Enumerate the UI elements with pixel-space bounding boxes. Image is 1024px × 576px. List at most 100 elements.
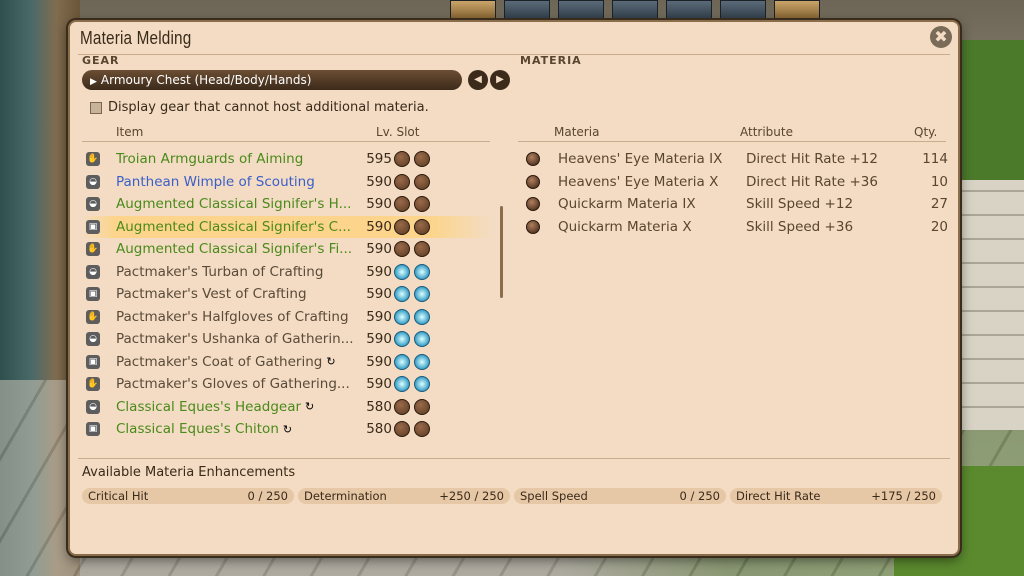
materia-attribute: Direct Hit Rate +36 xyxy=(746,173,878,190)
gear-level: 590 xyxy=(366,196,392,213)
gear-row[interactable]: ✋ Troian Armguards of Aiming 595 xyxy=(82,148,492,171)
materia-quantity: 20 xyxy=(930,218,948,235)
gear-level: 590 xyxy=(366,241,392,258)
gear-name: Classical Eques's Headgear xyxy=(116,398,302,415)
show-unavailable-gear-option[interactable]: Display gear that cannot host additional… xyxy=(90,100,429,115)
materia-row[interactable]: Heavens' Eye Materia X Direct Hit Rate +3… xyxy=(520,171,950,194)
hotbar-slot[interactable] xyxy=(504,0,550,22)
materia-slot-icon xyxy=(394,353,410,370)
previous-category-button[interactable]: ◀ xyxy=(468,70,488,90)
materia-slot-icon xyxy=(394,263,410,280)
enhancement-stat: Direct Hit Rate +175 / 250 xyxy=(730,488,942,504)
materia-slot-icon xyxy=(394,151,410,168)
close-icon[interactable]: ✖ xyxy=(930,26,952,48)
gear-level: 580 xyxy=(366,421,392,438)
gear-list-scrollbar[interactable] xyxy=(500,206,503,298)
materia-slot-icon xyxy=(414,196,430,213)
materia-slot-icon xyxy=(394,218,410,235)
materia-name: Heavens' Eye Materia IX xyxy=(558,151,723,168)
materia-slot-icon xyxy=(414,308,430,325)
gear-row[interactable]: ▣ Pactmaker's Coat of Gathering ↻ 590 xyxy=(82,351,492,374)
glamour-icon: ↻ xyxy=(282,422,293,436)
window-title: Materia Melding xyxy=(80,28,192,48)
materia-name: Quickarm Materia X xyxy=(558,218,692,235)
materia-row[interactable]: Quickarm Materia IX Skill Speed +12 27 xyxy=(520,193,950,216)
stat-value: +250 / 250 xyxy=(439,489,504,503)
materia-icon xyxy=(526,152,540,167)
background-tiles xyxy=(954,180,1024,430)
head-icon: ◒ xyxy=(86,174,100,189)
body-icon: ▣ xyxy=(86,219,100,234)
hotbar-slot[interactable] xyxy=(558,0,604,22)
materia-quantity: 114 xyxy=(922,151,948,168)
gear-level: 590 xyxy=(366,331,392,348)
gear-row[interactable]: ▣ Pactmaker's Vest of Crafting 590 xyxy=(82,283,492,306)
hotbar-slot[interactable] xyxy=(720,0,766,22)
materia-slot-icon xyxy=(394,331,410,348)
column-header-attribute: Attribute xyxy=(740,125,793,139)
materia-slot-icon xyxy=(394,173,410,190)
materia-list: Heavens' Eye Materia IX Direct Hit Rate +… xyxy=(520,148,950,238)
show-unavailable-gear-checkbox[interactable] xyxy=(90,101,102,114)
materia-slot-icon xyxy=(394,286,410,303)
gear-level: 590 xyxy=(366,218,392,235)
hands-icon: ✋ xyxy=(86,309,100,324)
column-header-item: Item xyxy=(116,125,144,139)
materia-icon xyxy=(526,174,540,189)
hands-icon: ✋ xyxy=(86,377,100,392)
hands-icon: ✋ xyxy=(86,242,100,257)
gear-name-wrap: Pactmaker's Coat of Gathering ↻ xyxy=(116,354,366,370)
next-category-button[interactable]: ▶ xyxy=(490,70,510,90)
gear-name: Augmented Classical Signifer's C... xyxy=(116,218,351,235)
gear-row[interactable]: ◒ Panthean Wimple of Scouting 590 xyxy=(82,171,492,194)
head-icon: ◒ xyxy=(86,197,100,212)
stat-value: 0 / 250 xyxy=(679,489,720,503)
materia-row[interactable]: Quickarm Materia X Skill Speed +36 20 xyxy=(520,216,950,239)
gear-row[interactable]: ▣ Augmented Classical Signifer's C... 590 xyxy=(82,215,492,238)
materia-slot-icon xyxy=(414,376,430,393)
hotbar-slot[interactable] xyxy=(666,0,712,22)
gear-level: 590 xyxy=(366,353,392,370)
materia-name: Quickarm Materia IX xyxy=(558,196,696,213)
column-header-materia: Materia xyxy=(554,125,600,139)
materia-section-label: MATERIA xyxy=(520,54,582,67)
hotbar-slot[interactable] xyxy=(774,0,820,22)
materia-icon xyxy=(526,219,540,234)
gear-name: Augmented Classical Signifer's H... xyxy=(116,196,352,213)
materia-melding-window: Materia Melding ✖ GEAR MATERIA ▶ Armoury … xyxy=(68,20,960,556)
glamour-icon: ↻ xyxy=(305,400,315,414)
gear-list: ✋ Troian Armguards of Aiming 595 ◒ Panthean … xyxy=(82,148,492,448)
gear-level: 595 xyxy=(366,151,392,168)
gear-row[interactable]: ✋ Pactmaker's Halfgloves of Crafting 590 xyxy=(82,306,492,329)
materia-header-divider xyxy=(518,141,946,142)
enhancement-stat: Spell Speed 0 / 250 xyxy=(514,488,726,504)
gear-row[interactable]: ◒ Pactmaker's Turban of Crafting 590 xyxy=(82,261,492,284)
enhancements-divider xyxy=(78,458,950,459)
materia-slot-icon xyxy=(394,308,410,325)
gear-name: Pactmaker's Halfgloves of Crafting xyxy=(116,308,349,325)
gear-level: 590 xyxy=(366,263,392,280)
gear-row[interactable]: ▣ Classical Eques's Chiton ↻ 580 xyxy=(82,418,492,441)
gear-level: 580 xyxy=(366,398,392,415)
gear-name: Panthean Wimple of Scouting xyxy=(116,173,315,190)
materia-slot-icon xyxy=(394,398,410,415)
gear-row[interactable]: ✋ Pactmaker's Gloves of Gathering... 590 xyxy=(82,373,492,396)
materia-slot-icon xyxy=(414,173,430,190)
gear-row[interactable]: ◒ Augmented Classical Signifer's H... 590 xyxy=(82,193,492,216)
hotbar-slot[interactable] xyxy=(612,0,658,22)
enhancement-stat: Determination +250 / 250 xyxy=(298,488,510,504)
gear-row[interactable]: ◒ Classical Eques's Headgear ↻ 580 xyxy=(82,396,492,419)
gear-row[interactable]: ✋ Augmented Classical Signifer's Fi... 590 xyxy=(82,238,492,261)
gear-category-dropdown[interactable]: ▶ Armoury Chest (Head/Body/Hands) xyxy=(82,70,462,90)
gear-name: Augmented Classical Signifer's Fi... xyxy=(116,241,353,258)
materia-slot-icon xyxy=(414,151,430,168)
hotbar xyxy=(450,0,824,22)
gear-row[interactable]: ◒ Pactmaker's Ushanka of Gatherin... 590 xyxy=(82,328,492,351)
stat-value: 0 / 250 xyxy=(247,489,288,503)
materia-row[interactable]: Heavens' Eye Materia IX Direct Hit Rate +… xyxy=(520,148,950,171)
materia-attribute: Direct Hit Rate +12 xyxy=(746,151,878,168)
hotbar-slot[interactable] xyxy=(450,0,496,22)
gear-name: Troian Armguards of Aiming xyxy=(116,151,304,168)
gear-name: Pactmaker's Turban of Crafting xyxy=(116,263,324,280)
stat-label: Spell Speed xyxy=(520,489,588,503)
